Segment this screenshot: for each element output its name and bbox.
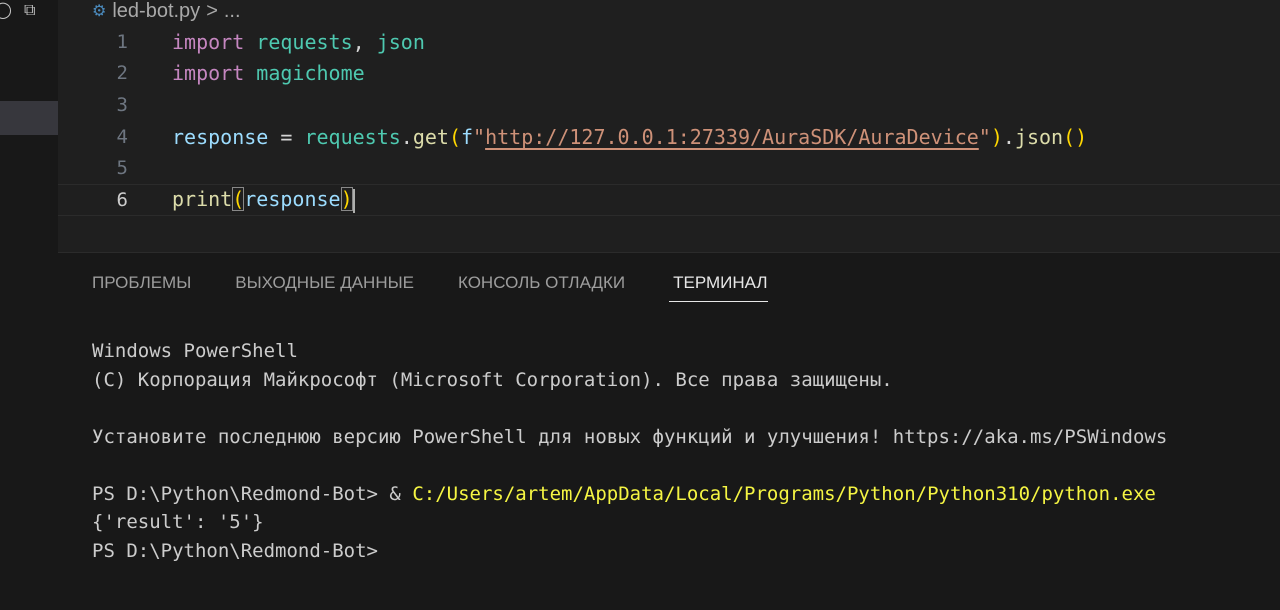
line-number: 5 [116,157,128,179]
breadcrumb-filename[interactable]: led-bot.py [112,0,200,23]
code-line-2[interactable]: 2 import magichome [58,57,1280,89]
breadcrumb: ⚙ led-bot.py > ... [92,0,241,24]
terminal-output[interactable]: Windows PowerShell (C) Корпорация Майкрос… [92,337,1167,565]
line-number: 1 [116,31,128,53]
activity-bar: ◯ ⧉ [0,0,58,610]
tab-output[interactable]: ВЫХОДНЫЕ ДАННЫЕ [235,271,418,302]
line-number: 3 [116,94,128,116]
restore-icon[interactable]: ◯ [0,0,12,20]
terminal-command-line: PS D:\Python\Redmond-Bot> & C:/Users/art… [92,482,1156,505]
code-text: import requests, json [172,30,425,54]
split-editor-icon[interactable]: ⧉ [24,0,35,20]
panel-tabs: ПРОБЛЕМЫ ВЫХОДНЫЕ ДАННЫЕ КОНСОЛЬ ОТЛАДКИ… [92,271,768,302]
code-text: print(response) [172,187,355,213]
selected-activity-item[interactable] [0,101,58,135]
code-line-6[interactable]: 6 print(response) [58,184,1280,216]
python-file-icon: ⚙ [92,3,107,20]
code-line-1[interactable]: 1 import requests, json [58,26,1280,58]
terminal-prompt: PS D:\Python\Redmond-Bot> [92,482,390,505]
terminal-line: Установите последнюю версию PowerShell д… [92,425,1168,448]
code-editor[interactable]: ⚙ led-bot.py > ... 1 import requests, js… [58,0,1280,252]
terminal-output-line: {'result': '5'} [92,511,264,533]
terminal-line: Windows PowerShell [92,340,298,362]
text-cursor [352,188,355,213]
breadcrumb-separator: > [206,0,218,22]
code-text: import magichome [172,61,365,85]
breadcrumb-ellipsis[interactable]: ... [224,0,241,23]
bottom-panel: ПРОБЛЕМЫ ВЫХОДНЫЕ ДАННЫЕ КОНСОЛЬ ОТЛАДКИ… [58,252,1280,610]
terminal-prompt: PS D:\Python\Redmond-Bot> [92,539,378,562]
tab-problems[interactable]: ПРОБЛЕМЫ [92,271,195,302]
line-number: 2 [116,62,128,84]
code-line-5[interactable]: 5 [58,152,1280,184]
string-url-link[interactable]: http://127.0.0.1:27339/AuraSDK/AuraDevic… [485,125,979,149]
tab-terminal[interactable]: ТЕРМИНАЛ [669,271,768,302]
line-number: 6 [116,189,128,211]
code-line-3[interactable]: 3 [58,89,1280,121]
code-line-4[interactable]: 4 response = requests.get(f"http://127.0… [58,121,1280,153]
terminal-command-path: C:/Users/artem/AppData/Local/Programs/Py… [412,482,1156,505]
code-text: response = requests.get(f"http://127.0.0… [172,125,1088,149]
line-number: 4 [116,126,128,148]
terminal-line: (C) Корпорация Майкрософт (Microsoft Cor… [92,368,893,391]
tab-debug-console[interactable]: КОНСОЛЬ ОТЛАДКИ [458,271,629,302]
